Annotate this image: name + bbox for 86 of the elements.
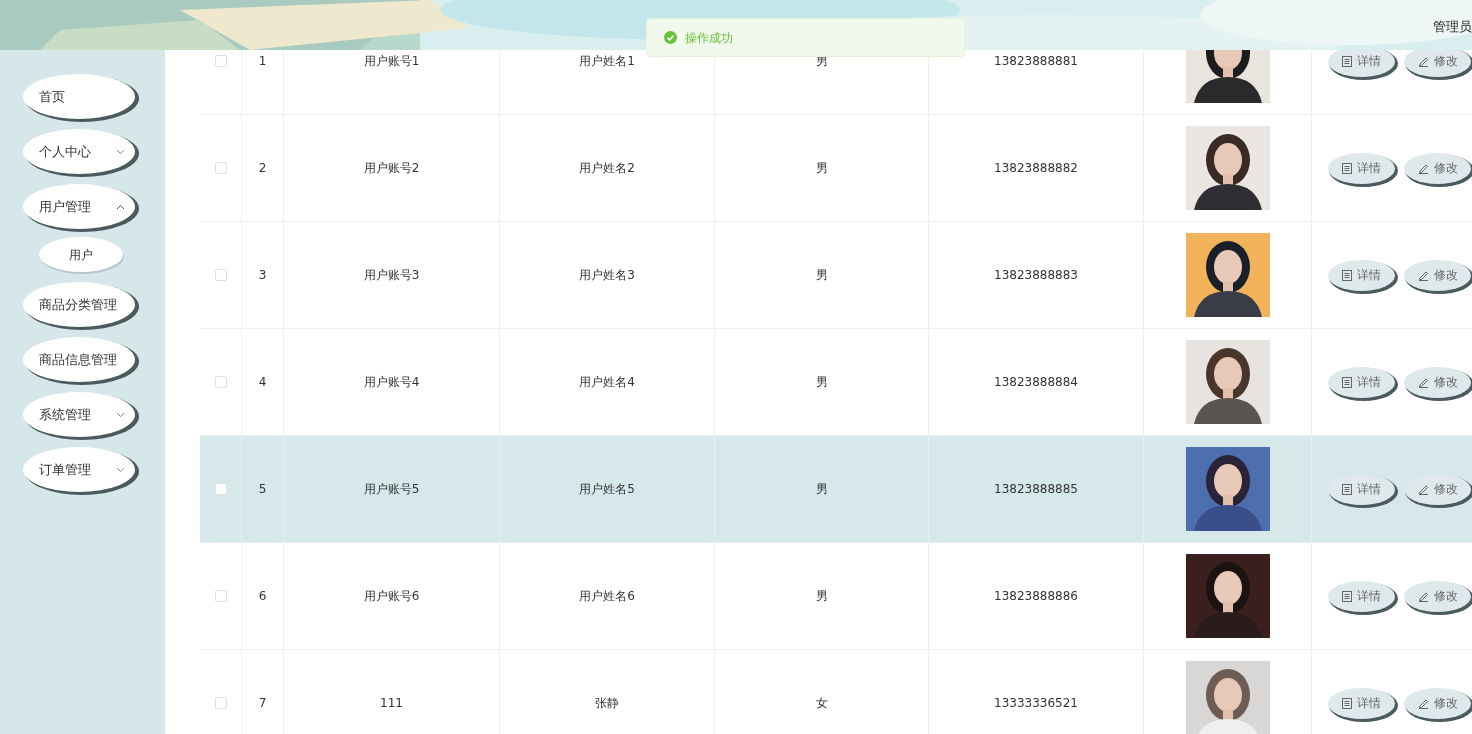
table-cell-text: 用户账号5 — [363, 481, 420, 498]
table-cell-text: 111 — [380, 695, 403, 712]
row-checkbox[interactable] — [214, 483, 227, 495]
row-checkbox[interactable] — [214, 376, 227, 388]
nav-item[interactable]: 订单管理 — [23, 447, 135, 492]
table-cell-text: 男 — [815, 374, 828, 391]
document-icon — [1342, 269, 1352, 281]
table-row[interactable]: 5 用户账号5 用户姓名5 男 13823888885 详情 修改 — [200, 436, 1472, 543]
table-cell-text: 5 — [258, 481, 267, 498]
chevron-icon — [116, 466, 125, 473]
pencil-icon — [1417, 55, 1429, 67]
table-cell-text: 用户姓名4 — [579, 374, 635, 391]
table-cell-text: 张静 — [595, 695, 619, 712]
table-cell-text: 用户账号2 — [363, 160, 420, 177]
chevron-icon — [116, 411, 125, 418]
table-cell-text: 3 — [258, 267, 267, 284]
chevron-icon — [116, 203, 125, 210]
details-button[interactable]: 详情 — [1328, 50, 1395, 77]
edit-button[interactable]: 修改 — [1404, 580, 1471, 612]
table-row[interactable]: 2 用户账号2 用户姓名2 男 13823888882 详情 修改 — [200, 115, 1472, 222]
table-cell-text: 2 — [258, 160, 267, 177]
document-icon — [1342, 697, 1352, 709]
table-cell-text: 13333336521 — [994, 695, 1078, 712]
table-cell-text: 13823888885 — [994, 481, 1078, 498]
table-cell-text: 男 — [815, 588, 828, 605]
row-checkbox[interactable] — [214, 55, 227, 67]
nav-item[interactable]: 个人中心 — [23, 129, 135, 174]
nav-item[interactable]: 商品分类管理 — [23, 282, 135, 327]
row-checkbox[interactable] — [214, 269, 227, 281]
table-cell-text: 13823888884 — [994, 374, 1078, 391]
table-cell-text: 用户姓名1 — [579, 53, 635, 70]
table-cell-text: 13823888883 — [994, 267, 1078, 284]
table-cell-text: 男 — [815, 267, 828, 284]
table-row[interactable]: 3 用户账号3 用户姓名3 男 13823888883 详情 修改 — [200, 222, 1472, 329]
table-cell-text: 用户账号3 — [363, 267, 420, 284]
table-cell-text: 7 — [258, 695, 267, 712]
nav-item[interactable]: 首页 — [23, 74, 135, 119]
edit-button[interactable]: 修改 — [1404, 687, 1471, 719]
details-button[interactable]: 详情 — [1328, 687, 1395, 719]
details-button[interactable]: 详情 — [1328, 366, 1395, 398]
pencil-icon — [1417, 269, 1429, 281]
table-cell-text: 13823888882 — [994, 160, 1078, 177]
details-button[interactable]: 详情 — [1328, 152, 1395, 184]
edit-button[interactable]: 修改 — [1404, 366, 1471, 398]
document-icon — [1342, 590, 1352, 602]
table-cell-text: 用户姓名2 — [579, 160, 635, 177]
pencil-icon — [1417, 697, 1429, 709]
edit-button[interactable]: 修改 — [1404, 50, 1471, 77]
table-cell-text: 用户姓名6 — [579, 588, 635, 605]
table-cell-text: 男 — [815, 481, 828, 498]
table-row[interactable]: 4 用户账号4 用户姓名4 男 13823888884 详情 修改 — [200, 329, 1472, 436]
table-cell-text: 用户账号4 — [363, 374, 420, 391]
pencil-icon — [1417, 162, 1429, 174]
table-cell-text: 1 — [258, 53, 267, 70]
chevron-icon — [116, 148, 125, 155]
pencil-icon — [1417, 376, 1429, 388]
nav-item[interactable]: 系统管理 — [23, 392, 135, 437]
table-cell-text: 4 — [258, 374, 267, 391]
table-cell-text: 用户姓名5 — [579, 481, 635, 498]
edit-button[interactable]: 修改 — [1404, 259, 1471, 291]
nav-subitem[interactable]: 用户 — [39, 237, 123, 272]
details-button[interactable]: 详情 — [1328, 473, 1395, 505]
edit-button[interactable]: 修改 — [1404, 152, 1471, 184]
document-icon — [1342, 162, 1352, 174]
table-cell-text: 用户姓名3 — [579, 267, 635, 284]
table-cell-text: 13823888881 — [994, 53, 1078, 70]
document-icon — [1342, 483, 1352, 495]
details-button[interactable]: 详情 — [1328, 580, 1395, 612]
row-checkbox[interactable] — [214, 697, 227, 709]
table-cell-text: 6 — [258, 588, 267, 605]
table-cell-text: 男 — [815, 160, 828, 177]
table-cell-text: 13823888886 — [994, 588, 1078, 605]
pencil-icon — [1417, 483, 1429, 495]
table-row[interactable]: 6 用户账号6 用户姓名6 男 13823888886 详情 修改 — [200, 543, 1472, 650]
nav-item[interactable]: 用户管理 — [23, 184, 135, 229]
table-cell-text: 女 — [815, 695, 828, 712]
row-checkbox[interactable] — [214, 162, 227, 174]
edit-button[interactable]: 修改 — [1404, 473, 1471, 505]
table-cell-text: 用户账号6 — [363, 588, 420, 605]
document-icon — [1342, 376, 1352, 388]
details-button[interactable]: 详情 — [1328, 259, 1395, 291]
table-cell-text: 用户账号1 — [363, 53, 420, 70]
row-checkbox[interactable] — [214, 590, 227, 602]
pencil-icon — [1417, 590, 1429, 602]
document-icon — [1342, 55, 1352, 67]
nav-item[interactable]: 商品信息管理 — [23, 337, 135, 382]
